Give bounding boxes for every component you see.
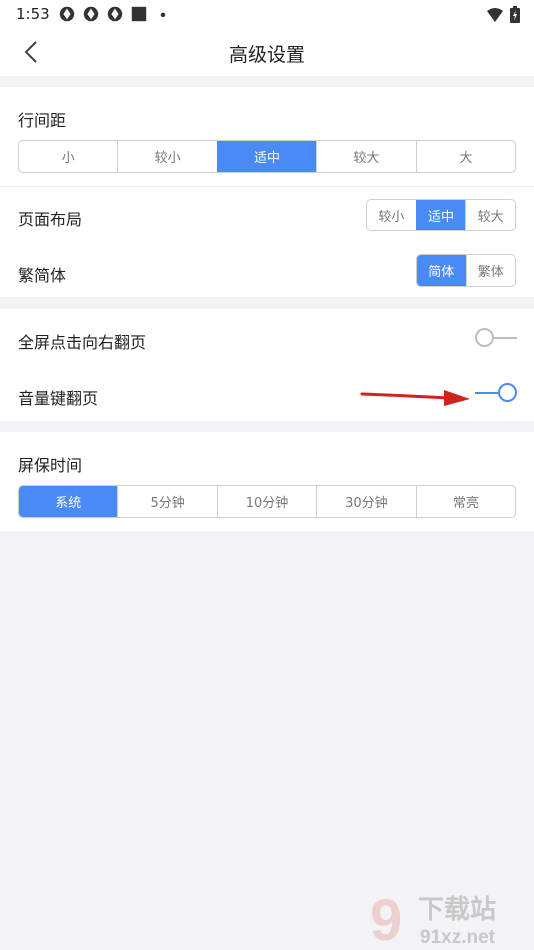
screen-timeout-label: 屏保时间 xyxy=(18,456,83,475)
script-style-label: 繁简体 xyxy=(18,266,67,285)
line-spacing-option-small[interactable]: 小 xyxy=(19,141,117,172)
aperture-icon xyxy=(83,6,99,22)
line-spacing-option-medium[interactable]: 适中 xyxy=(216,141,317,172)
wifi-icon xyxy=(487,7,503,22)
screen-timeout-card: 屏保时间 系统 5分钟 10分钟 30分钟 常亮 xyxy=(0,432,534,531)
watermark-logo: 9 下载站 91xz.net xyxy=(370,890,496,948)
screen-timeout-selector: 系统 5分钟 10分钟 30分钟 常亮 xyxy=(18,485,516,518)
watermark-logo-mark: 9 xyxy=(370,890,402,948)
line-spacing-option-smaller[interactable]: 较小 xyxy=(117,141,216,172)
nav-bar: 高级设置 xyxy=(0,28,534,76)
status-bar: 1:53 xyxy=(0,0,534,28)
page-title: 高级设置 xyxy=(228,44,305,66)
fullscreen-tap-toggle[interactable] xyxy=(475,327,517,349)
screen-timeout-option-5min[interactable]: 5分钟 xyxy=(117,486,216,517)
script-style-selector: 简体 繁体 xyxy=(416,254,516,287)
battery-icon xyxy=(510,6,520,23)
screen-timeout-option-system[interactable]: 系统 xyxy=(19,486,118,517)
screen-timeout-option-always-on[interactable]: 常亮 xyxy=(415,486,515,517)
volume-key-toggle[interactable] xyxy=(475,382,517,404)
toggle-knob xyxy=(475,328,494,347)
square-icon xyxy=(131,6,147,22)
page-layout-option-larger[interactable]: 较大 xyxy=(465,200,515,230)
script-style-option-traditional[interactable]: 繁体 xyxy=(465,255,516,286)
screen-timeout-option-10min[interactable]: 10分钟 xyxy=(216,486,316,517)
dot-icon xyxy=(160,12,166,18)
page-layout-label: 页面布局 xyxy=(18,210,83,229)
line-spacing-option-larger[interactable]: 较大 xyxy=(316,141,415,172)
aperture-icon xyxy=(59,6,75,22)
line-spacing-option-large[interactable]: 大 xyxy=(415,141,515,172)
divider xyxy=(0,186,534,187)
display-settings-card: 行间距 小 较小 适中 较大 大 页面布局 较小 适中 较大 繁简体 简体 繁体 xyxy=(0,87,534,297)
screen-timeout-option-30min[interactable]: 30分钟 xyxy=(316,486,415,517)
watermark-domain-text: 91xz.net xyxy=(420,927,496,948)
red-arrow-annotation xyxy=(360,390,470,406)
watermark-brand-text: 下载站 xyxy=(418,894,496,924)
page-layout-selector: 较小 适中 较大 xyxy=(366,199,516,231)
toggle-knob xyxy=(498,383,517,402)
line-spacing-label: 行间距 xyxy=(18,111,67,130)
volume-key-label: 音量键翻页 xyxy=(18,389,99,408)
status-icons-left xyxy=(58,5,172,23)
page-layout-option-smaller[interactable]: 较小 xyxy=(367,200,416,230)
line-spacing-selector: 小 较小 适中 较大 大 xyxy=(18,140,516,173)
fullscreen-tap-label: 全屏点击向右翻页 xyxy=(18,333,147,352)
status-time: 1:53 xyxy=(16,5,50,23)
aperture-icon xyxy=(107,6,123,22)
status-icons-right xyxy=(486,6,520,23)
script-style-option-simplified[interactable]: 简体 xyxy=(417,255,466,286)
page-layout-option-medium[interactable]: 适中 xyxy=(415,200,466,230)
